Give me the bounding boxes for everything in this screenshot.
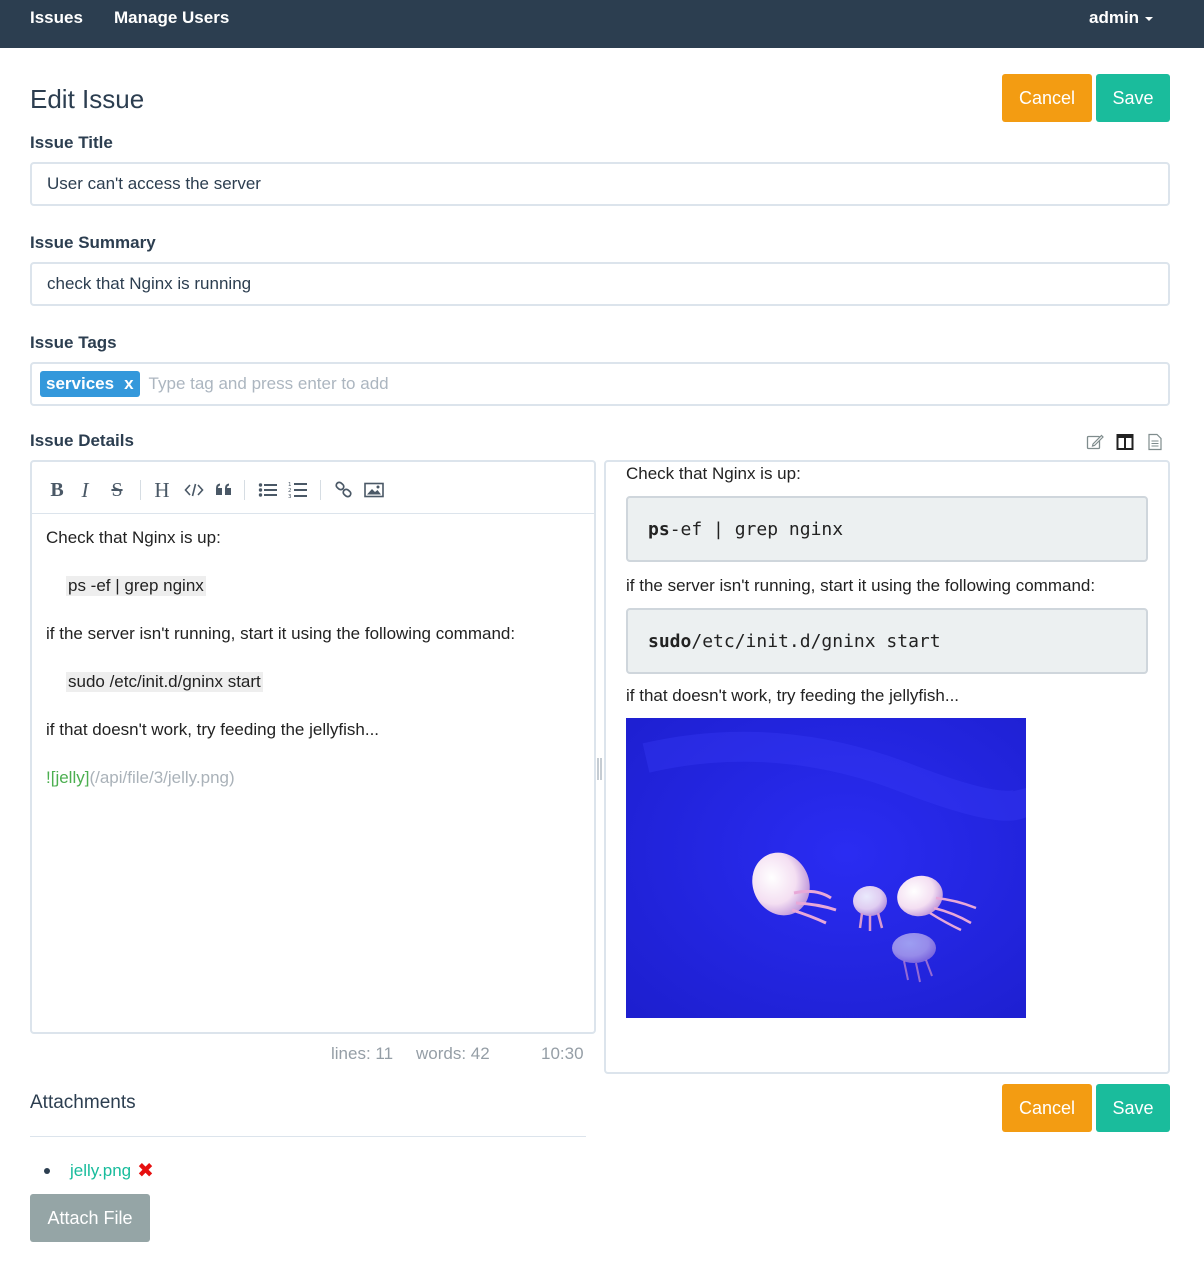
- editor-line: if the server isn't running, start it us…: [46, 624, 516, 643]
- strikethrough-icon[interactable]: S: [108, 479, 126, 501]
- top-navbar: Issues Manage Users admin: [0, 0, 1204, 48]
- image-icon[interactable]: [364, 479, 384, 501]
- attachment-item: jelly.png ✖: [44, 1158, 154, 1183]
- preview-paragraph: if that doesn't work, try feeding the je…: [626, 686, 960, 705]
- status-lines: lines: 11: [331, 1044, 394, 1063]
- issue-title-value: User can't access the server: [47, 174, 261, 193]
- tag-input-placeholder[interactable]: Type tag and press enter to add: [149, 374, 389, 394]
- editor-line: if that doesn't work, try feeding the je…: [46, 720, 380, 739]
- issue-summary-value: check that Nginx is running: [47, 274, 252, 293]
- preview-code-block: ps -ef | grep nginx: [626, 496, 1148, 562]
- nav-issues-link[interactable]: Issues: [30, 8, 83, 28]
- tag-label: services: [46, 374, 115, 393]
- editor-code-line: ps -ef | grep nginx: [66, 576, 206, 596]
- toolbar-divider: [244, 480, 245, 500]
- editor-image-markdown: ![jelly](/api/file/3/jelly.png): [46, 768, 235, 788]
- jellyfish-image: [626, 718, 1026, 1018]
- editor-line: Check that Nginx is up:: [46, 528, 221, 547]
- nav-manage-users-link[interactable]: Manage Users: [114, 8, 229, 28]
- editor-splitter-handle[interactable]: [597, 758, 602, 780]
- tag-remove-button[interactable]: x: [124, 374, 133, 394]
- toolbar-divider: [140, 480, 141, 500]
- status-words: words: 42: [416, 1044, 490, 1063]
- edit-mode-icon[interactable]: [1086, 433, 1104, 451]
- status-cursor: 10:30: [541, 1044, 584, 1063]
- issue-details-label: Issue Details: [30, 431, 134, 450]
- page-title: Edit Issue: [30, 84, 145, 114]
- list-bullet: [44, 1167, 50, 1174]
- user-menu-label: admin: [1089, 8, 1140, 27]
- link-icon[interactable]: [334, 479, 354, 501]
- bold-icon[interactable]: B: [48, 479, 66, 501]
- issue-tags-label: Issue Tags: [30, 333, 117, 352]
- side-by-side-icon[interactable]: [1116, 433, 1134, 451]
- preview-code-block: sudo /etc/init.d/gninx start: [626, 608, 1148, 674]
- code-command: ps: [648, 518, 670, 540]
- quote-icon[interactable]: [214, 479, 234, 501]
- numbered-list-icon[interactable]: 123: [288, 479, 308, 501]
- issue-title-input[interactable]: User can't access the server: [30, 162, 1170, 206]
- italic-icon[interactable]: I: [78, 478, 92, 502]
- attach-file-button[interactable]: Attach File: [30, 1194, 150, 1242]
- bullet-list-icon[interactable]: [258, 479, 278, 501]
- issue-summary-label: Issue Summary: [30, 233, 156, 252]
- attachment-link[interactable]: jelly.png: [70, 1161, 131, 1181]
- code-icon[interactable]: [184, 479, 204, 501]
- caret-down-icon: [1145, 16, 1154, 21]
- issue-tags-input[interactable]: services x Type tag and press enter to a…: [30, 362, 1170, 406]
- md-image-alt: ![jelly]: [46, 768, 90, 787]
- code-command: sudo: [648, 630, 692, 652]
- markdown-preview: Check that Nginx is up: ps -ef | grep ng…: [604, 460, 1170, 1074]
- preview-paragraph: if the server isn't running, start it us…: [626, 576, 1096, 595]
- issue-summary-input[interactable]: check that Nginx is running: [30, 262, 1170, 306]
- attachments-heading: Attachments: [30, 1092, 136, 1113]
- code-args: -ef | grep nginx: [669, 518, 844, 540]
- heading-icon[interactable]: H: [152, 478, 172, 502]
- svg-text:3: 3: [288, 494, 292, 499]
- user-menu-dropdown[interactable]: admin: [1089, 8, 1154, 28]
- save-button-top[interactable]: Save: [1096, 74, 1170, 122]
- remove-attachment-icon[interactable]: ✖: [137, 1158, 154, 1183]
- cancel-button-bottom[interactable]: Cancel: [1002, 1084, 1092, 1132]
- editor-code-line: sudo /etc/init.d/gninx start: [66, 672, 263, 692]
- attachments-divider: [30, 1136, 586, 1137]
- editor-toolbar: B I S H 123: [32, 462, 594, 514]
- save-button-bottom[interactable]: Save: [1096, 1084, 1170, 1132]
- code-args: /etc/init.d/gninx start: [691, 630, 941, 652]
- toolbar-divider: [320, 480, 321, 500]
- markdown-editor[interactable]: B I S H 123 Check that Nginx is up: ps -…: [30, 460, 596, 1034]
- cancel-button-top[interactable]: Cancel: [1002, 74, 1092, 122]
- tag-services: services x: [40, 371, 140, 397]
- md-image-url: (/api/file/3/jelly.png): [89, 768, 235, 787]
- preview-mode-icon[interactable]: [1146, 433, 1164, 451]
- issue-title-label: Issue Title: [30, 133, 113, 152]
- preview-paragraph: Check that Nginx is up:: [626, 464, 801, 483]
